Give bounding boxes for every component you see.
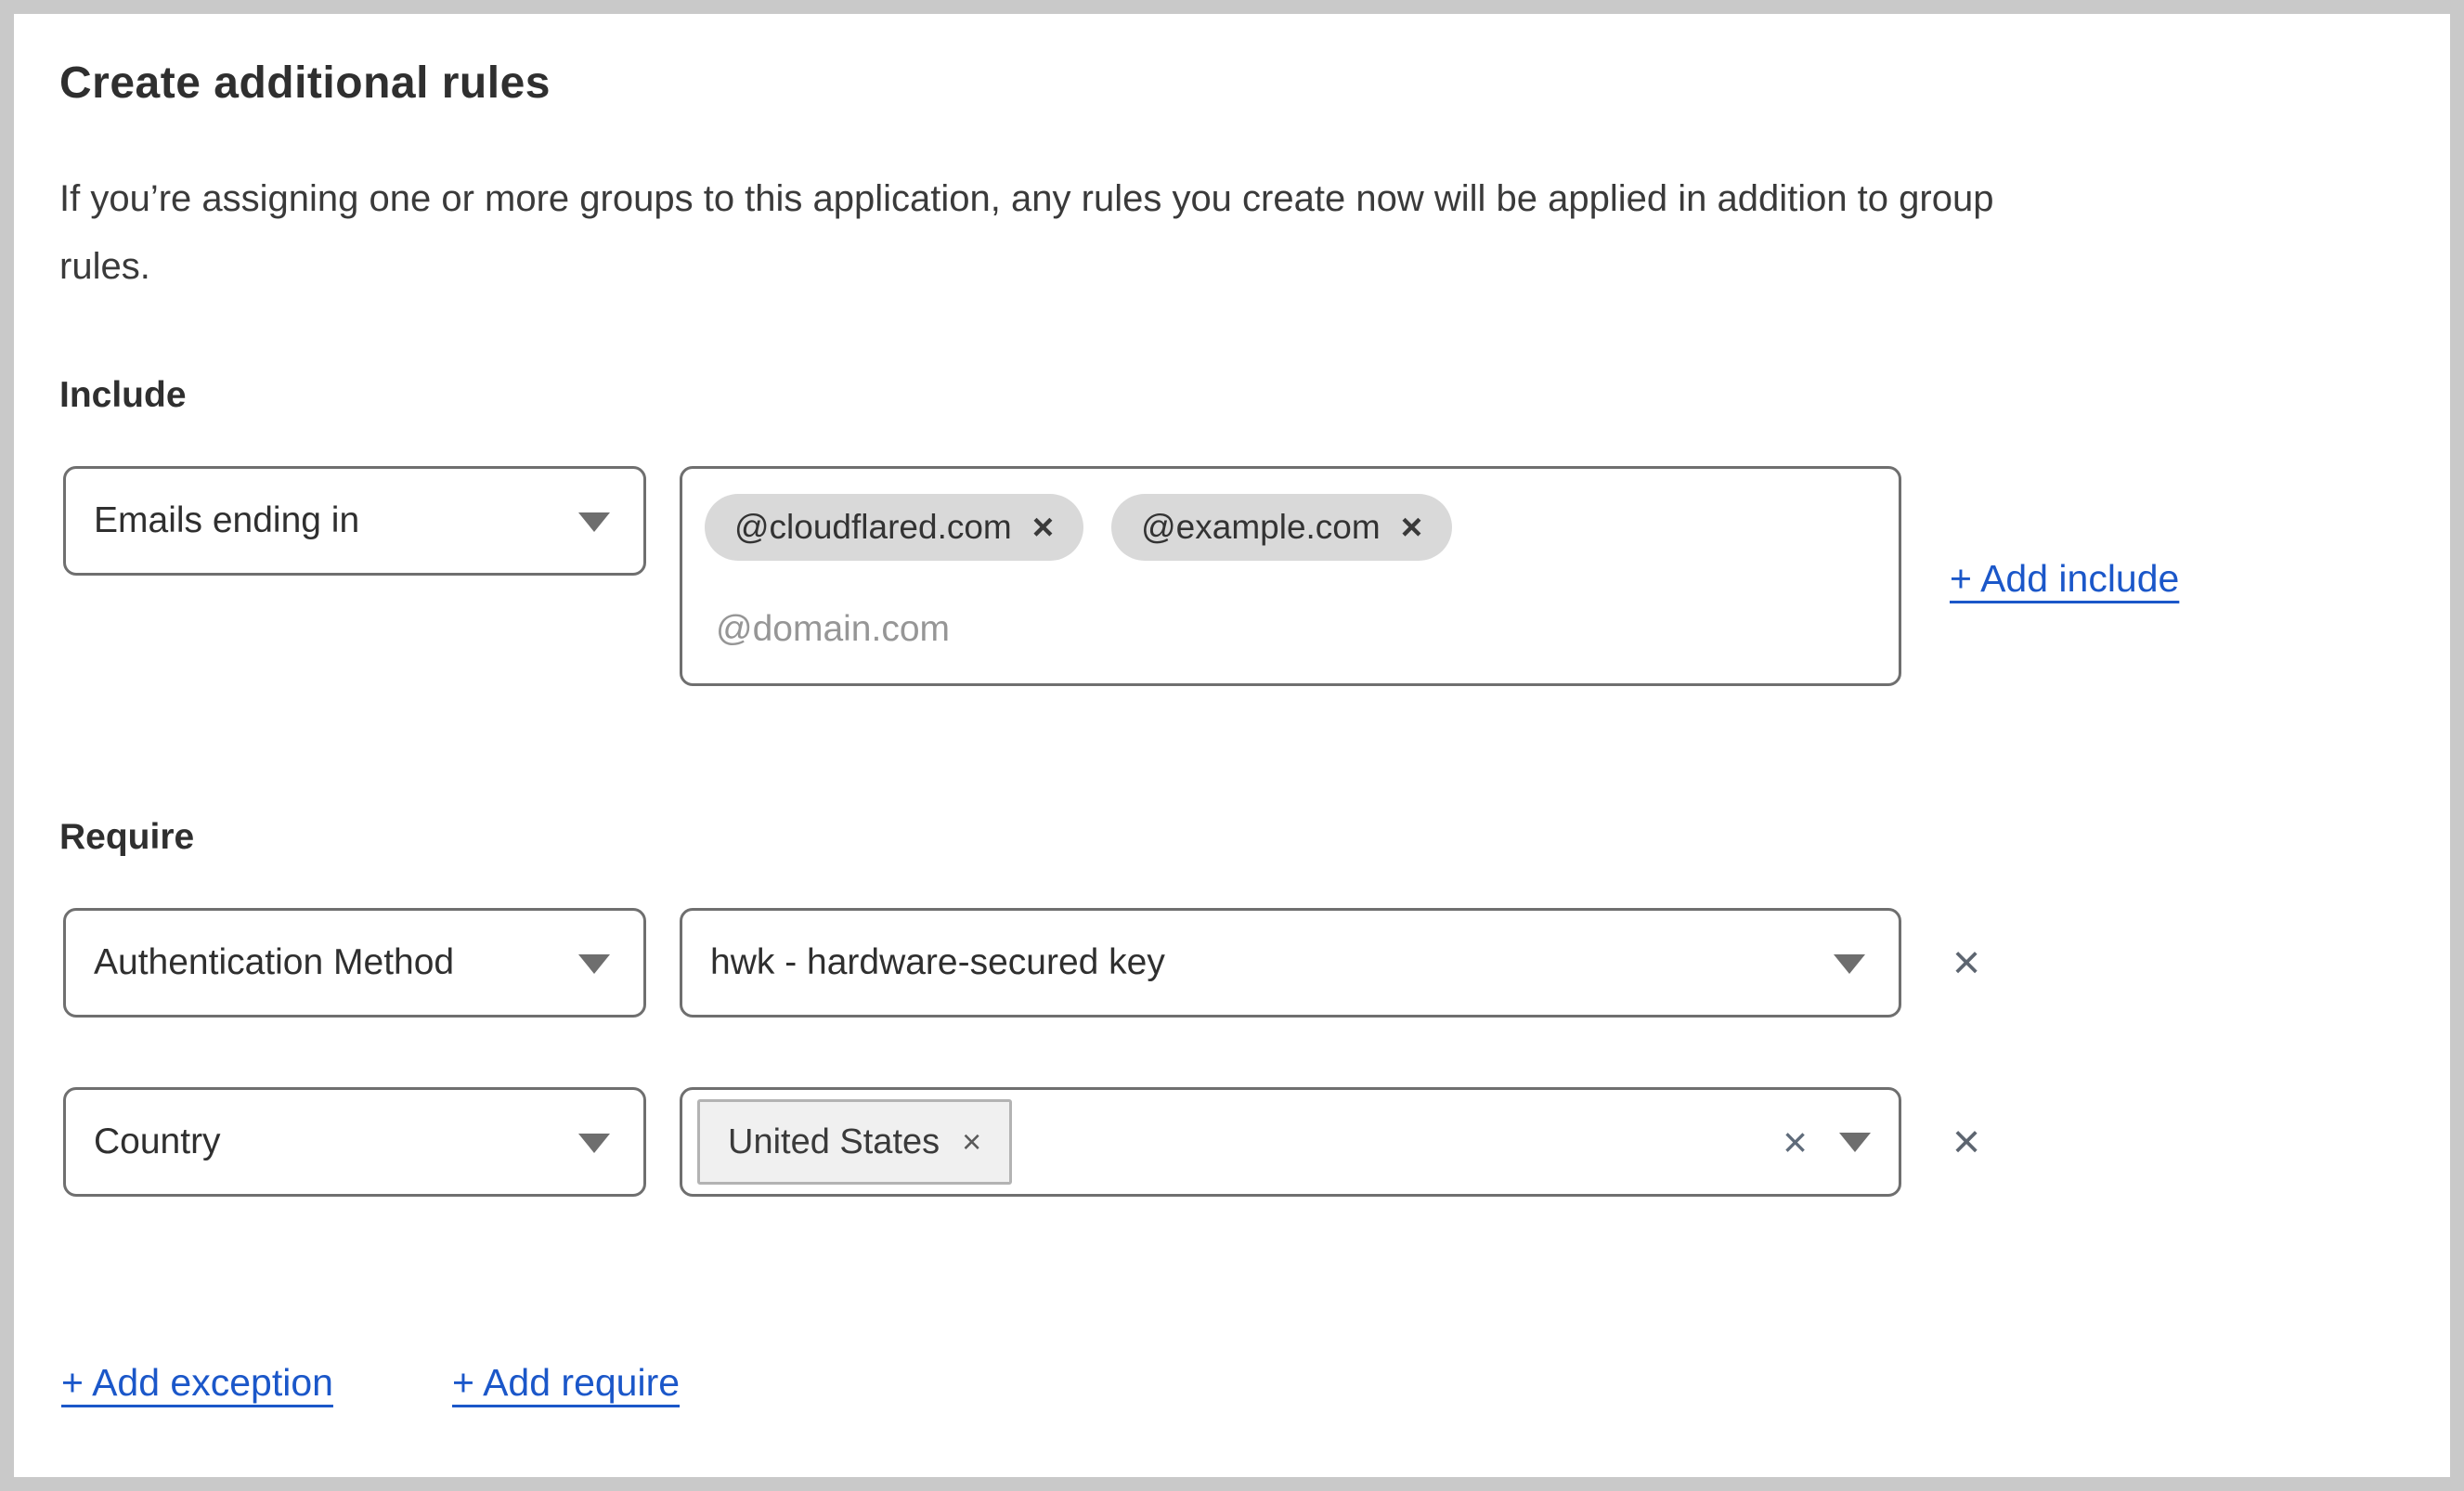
clear-selection-icon[interactable]: × <box>1783 1121 1808 1163</box>
remove-auth-rule-button[interactable]: × <box>1942 908 1991 1018</box>
add-exception-link[interactable]: + Add exception <box>61 1361 333 1405</box>
panel-border <box>0 0 2464 1491</box>
email-domain-input[interactable] <box>714 608 1553 651</box>
add-require-link[interactable]: + Add require <box>452 1361 680 1405</box>
remove-chip-icon[interactable]: × <box>1032 509 1054 546</box>
country-chip-united-states: United States × <box>697 1099 1013 1185</box>
include-rule-type-value: Emails ending in <box>94 500 360 540</box>
require-rule-type-dropdown-auth[interactable]: Authentication Method <box>63 908 646 1018</box>
email-domains-tag-box: @cloudflared.com × @example.com × <box>680 466 1901 686</box>
chevron-down-icon <box>578 1134 610 1153</box>
require-rule-type-value: Country <box>94 1121 221 1161</box>
multiselect-controls: × <box>1783 1090 1871 1194</box>
create-additional-rules-panel: Create additional rules If you’re assign… <box>0 0 2464 1491</box>
remove-chip-icon[interactable]: × <box>962 1125 981 1159</box>
auth-method-value-dropdown[interactable]: hwk - hardware-secured key <box>680 908 1901 1018</box>
country-chip-label: United States <box>728 1121 940 1161</box>
include-rule-type-dropdown[interactable]: Emails ending in <box>63 466 646 576</box>
page-title: Create additional rules <box>59 58 551 108</box>
remove-country-rule-button[interactable]: × <box>1942 1087 1991 1197</box>
email-chip-cloudflared: @cloudflared.com × <box>705 494 1084 561</box>
email-chip-label: @cloudflared.com <box>734 508 1012 546</box>
chevron-down-icon <box>578 512 610 532</box>
description-line-2: rules. <box>59 246 150 287</box>
email-chip-label: @example.com <box>1141 508 1381 546</box>
country-multiselect[interactable]: United States × × <box>680 1087 1901 1197</box>
email-chip-example: @example.com × <box>1111 494 1453 561</box>
remove-chip-icon[interactable]: × <box>1401 509 1422 546</box>
chevron-down-icon <box>1839 1132 1871 1152</box>
chevron-down-icon <box>1834 954 1865 974</box>
require-section-label: Require <box>59 817 195 857</box>
description-line-1: If you’re assigning one or more groups t… <box>59 178 1994 219</box>
require-rule-type-dropdown-country[interactable]: Country <box>63 1087 646 1197</box>
include-section-label: Include <box>59 375 187 415</box>
auth-method-value: hwk - hardware-secured key <box>710 942 1165 982</box>
add-include-link[interactable]: + Add include <box>1950 557 2179 601</box>
email-chip-list: @cloudflared.com × @example.com × <box>705 494 1453 561</box>
chevron-down-icon <box>578 954 610 974</box>
require-rule-type-value: Authentication Method <box>94 942 455 982</box>
